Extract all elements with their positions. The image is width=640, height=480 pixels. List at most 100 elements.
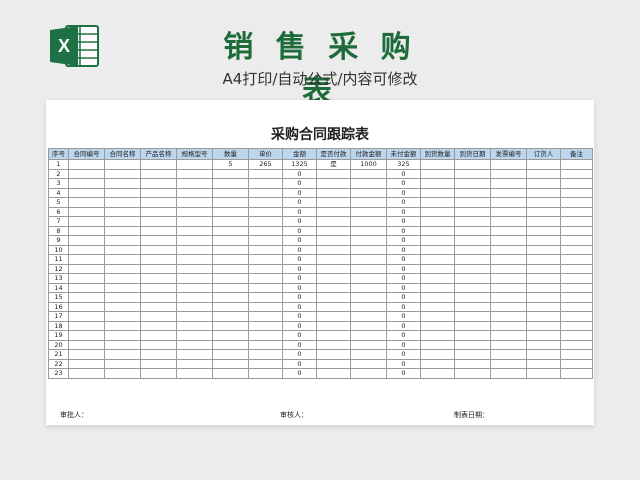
column-header[interactable]: 备注	[560, 148, 593, 160]
table-cell[interactable]	[212, 216, 249, 227]
table-cell[interactable]	[490, 263, 527, 274]
table-cell[interactable]	[316, 244, 351, 255]
table-cell[interactable]	[490, 368, 527, 379]
table-cell[interactable]: 0	[282, 263, 317, 274]
table-cell[interactable]	[350, 197, 387, 208]
table-cell[interactable]	[350, 168, 387, 179]
table-cell[interactable]	[490, 159, 527, 170]
table-cell[interactable]	[490, 168, 527, 179]
table-cell[interactable]	[350, 368, 387, 379]
table-cell[interactable]	[212, 368, 249, 379]
table-cell[interactable]: 0	[282, 339, 317, 350]
table-cell[interactable]: 0	[386, 330, 421, 341]
table-cell[interactable]	[560, 254, 593, 265]
table-cell[interactable]: 0	[282, 178, 317, 189]
table-cell[interactable]	[526, 206, 561, 217]
table-cell[interactable]: 0	[386, 358, 421, 369]
table-cell[interactable]: 0	[282, 320, 317, 331]
table-cell[interactable]	[454, 368, 491, 379]
column-header[interactable]: 序号	[48, 148, 69, 160]
table-cell[interactable]	[68, 339, 105, 350]
table-cell[interactable]	[68, 320, 105, 331]
table-cell[interactable]: 0	[282, 301, 317, 312]
table-cell[interactable]	[454, 197, 491, 208]
table-cell[interactable]	[420, 330, 455, 341]
table-cell[interactable]	[490, 235, 527, 246]
table-cell[interactable]	[560, 349, 593, 360]
table-cell[interactable]	[176, 292, 213, 303]
table-cell[interactable]	[490, 225, 527, 236]
table-cell[interactable]	[560, 206, 593, 217]
table-cell[interactable]	[490, 330, 527, 341]
table-cell[interactable]	[560, 301, 593, 312]
table-cell[interactable]	[176, 330, 213, 341]
table-cell[interactable]	[526, 216, 561, 227]
table-cell[interactable]	[68, 349, 105, 360]
table-cell[interactable]: 0	[386, 301, 421, 312]
table-cell[interactable]	[212, 273, 249, 284]
table-cell[interactable]: 0	[282, 330, 317, 341]
table-cell[interactable]: 0	[386, 282, 421, 293]
table-cell[interactable]: 0	[386, 254, 421, 265]
table-cell[interactable]	[68, 168, 105, 179]
column-header[interactable]: 金额	[282, 148, 317, 160]
table-cell[interactable]	[104, 273, 141, 284]
table-cell[interactable]	[248, 301, 283, 312]
table-cell[interactable]	[420, 263, 455, 274]
table-cell[interactable]: 8	[48, 225, 69, 236]
table-cell[interactable]	[176, 235, 213, 246]
table-cell[interactable]	[140, 216, 177, 227]
table-cell[interactable]: 11	[48, 254, 69, 265]
table-cell[interactable]	[316, 330, 351, 341]
table-cell[interactable]	[176, 273, 213, 284]
table-cell[interactable]	[420, 254, 455, 265]
table-cell[interactable]: 0	[386, 244, 421, 255]
table-cell[interactable]: 0	[386, 339, 421, 350]
table-cell[interactable]	[560, 339, 593, 350]
table-cell[interactable]	[454, 320, 491, 331]
column-header[interactable]: 付款金额	[350, 148, 387, 160]
table-cell[interactable]	[104, 178, 141, 189]
table-cell[interactable]: 6	[48, 206, 69, 217]
column-header[interactable]: 单价	[248, 148, 283, 160]
table-cell[interactable]: 0	[386, 292, 421, 303]
table-cell[interactable]	[526, 282, 561, 293]
table-cell[interactable]	[212, 197, 249, 208]
table-cell[interactable]	[420, 159, 455, 170]
table-cell[interactable]: 325	[386, 159, 421, 170]
table-cell[interactable]	[212, 282, 249, 293]
table-cell[interactable]	[420, 282, 455, 293]
table-cell[interactable]	[560, 282, 593, 293]
table-cell[interactable]	[560, 292, 593, 303]
table-cell[interactable]	[526, 311, 561, 322]
table-cell[interactable]	[454, 263, 491, 274]
table-cell[interactable]	[176, 368, 213, 379]
table-cell[interactable]	[104, 187, 141, 198]
table-cell[interactable]	[68, 301, 105, 312]
table-cell[interactable]	[526, 187, 561, 198]
table-cell[interactable]	[68, 273, 105, 284]
table-cell[interactable]	[212, 178, 249, 189]
table-cell[interactable]	[68, 178, 105, 189]
table-cell[interactable]	[454, 159, 491, 170]
table-cell[interactable]	[140, 254, 177, 265]
table-cell[interactable]: 18	[48, 320, 69, 331]
table-cell[interactable]	[526, 159, 561, 170]
table-cell[interactable]	[176, 159, 213, 170]
table-cell[interactable]: 7	[48, 216, 69, 227]
table-cell[interactable]: 0	[282, 235, 317, 246]
table-cell[interactable]	[350, 187, 387, 198]
column-header[interactable]: 产品名称	[140, 148, 177, 160]
table-cell[interactable]	[176, 320, 213, 331]
table-cell[interactable]: 9	[48, 235, 69, 246]
table-cell[interactable]	[454, 311, 491, 322]
table-cell[interactable]	[248, 244, 283, 255]
table-cell[interactable]	[350, 330, 387, 341]
table-cell[interactable]	[316, 273, 351, 284]
table-cell[interactable]	[420, 168, 455, 179]
table-cell[interactable]	[68, 292, 105, 303]
table-cell[interactable]	[526, 368, 561, 379]
table-cell[interactable]: 22	[48, 358, 69, 369]
table-cell[interactable]	[140, 311, 177, 322]
table-cell[interactable]: 14	[48, 282, 69, 293]
